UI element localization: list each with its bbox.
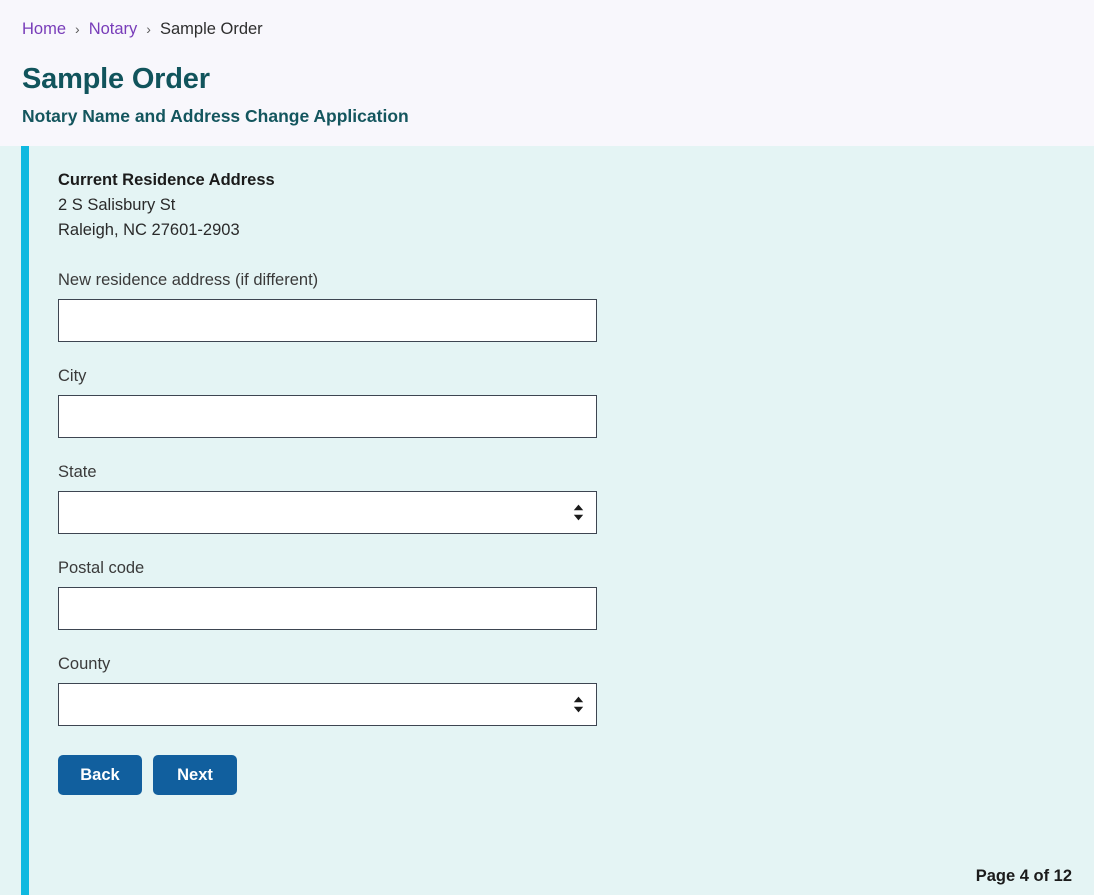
- breadcrumb-separator-icon: ›: [75, 21, 80, 37]
- select-state[interactable]: [58, 491, 597, 534]
- field-postal-code: Postal code: [58, 557, 1058, 630]
- breadcrumb-item-current: Sample Order: [159, 20, 263, 38]
- label-city: City: [58, 367, 87, 385]
- field-new-residence-address: New residence address (if different): [58, 269, 1058, 342]
- page-root: Home › Notary › Sample Order Sample Orde…: [0, 0, 1094, 895]
- label-new-residence-address: New residence address (if different): [58, 271, 319, 289]
- breadcrumb-item-notary[interactable]: Notary: [89, 18, 138, 40]
- current-residence-address-heading: Current Residence Address: [58, 171, 275, 189]
- next-button[interactable]: Next: [153, 755, 237, 795]
- current-residence-address-block: Current Residence Address 2 S Salisbury …: [58, 168, 1058, 243]
- select-county[interactable]: [58, 683, 597, 726]
- input-city[interactable]: [58, 395, 597, 438]
- field-city: City: [58, 365, 1058, 438]
- page-counter: Page 4 of 12: [975, 867, 1072, 885]
- form-navigation-buttons: Back Next: [58, 755, 1058, 795]
- select-wrapper-state: [58, 491, 597, 534]
- form-content: Current Residence Address 2 S Salisbury …: [58, 168, 1058, 795]
- field-state: State: [58, 461, 1058, 534]
- current-residence-address-line1: 2 S Salisbury St: [58, 196, 176, 214]
- page-subtitle: Notary Name and Address Change Applicati…: [22, 106, 409, 126]
- breadcrumb-item-home[interactable]: Home: [22, 18, 66, 40]
- select-wrapper-county: [58, 683, 597, 726]
- breadcrumb: Home › Notary › Sample Order: [22, 18, 1094, 40]
- label-state: State: [58, 463, 97, 481]
- breadcrumb-separator-icon: ›: [146, 21, 151, 37]
- field-county: County: [58, 653, 1058, 726]
- form-panel: Current Residence Address 2 S Salisbury …: [0, 146, 1094, 895]
- current-residence-address-line2: Raleigh, NC 27601-2903: [58, 221, 240, 239]
- page-title: Sample Order: [22, 63, 210, 95]
- back-button[interactable]: Back: [58, 755, 142, 795]
- page-header: Home › Notary › Sample Order Sample Orde…: [0, 0, 1094, 127]
- input-postal-code[interactable]: [58, 587, 597, 630]
- label-postal-code: Postal code: [58, 559, 145, 577]
- panel-accent-bar: [21, 146, 29, 895]
- input-new-residence-address[interactable]: [58, 299, 597, 342]
- label-county: County: [58, 655, 111, 673]
